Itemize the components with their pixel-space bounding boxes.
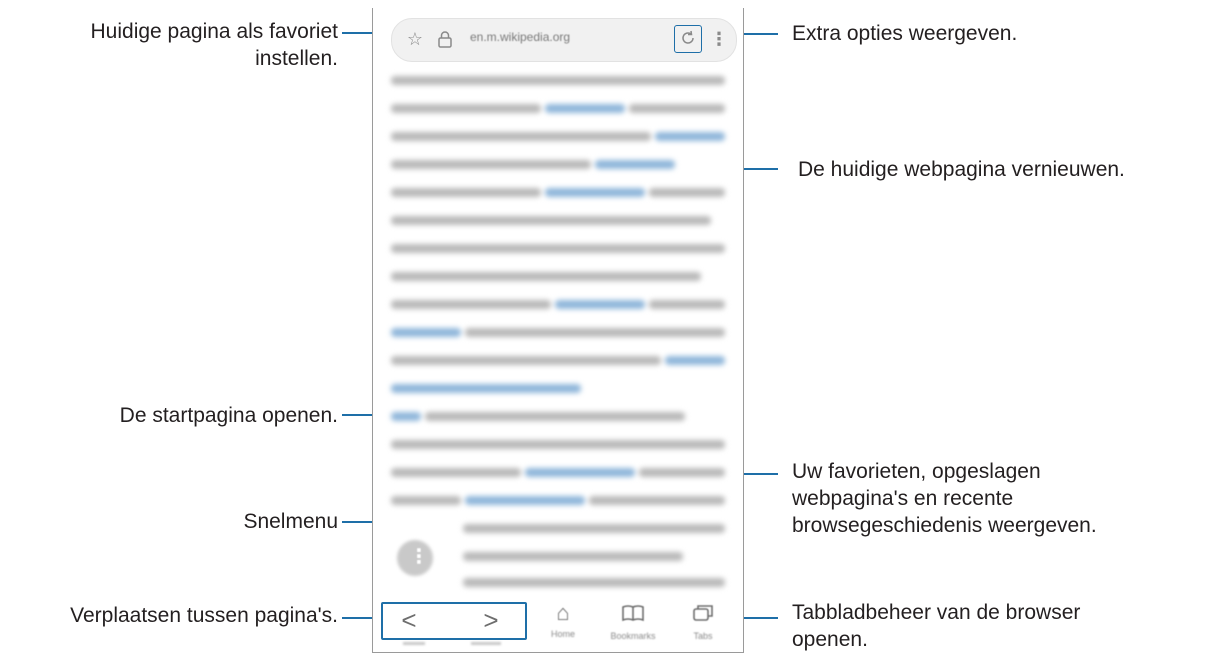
home-button[interactable]: ⌂ Home (533, 598, 593, 652)
back-button[interactable]: < (389, 604, 429, 638)
url-text[interactable]: en.m.wikipedia.org (470, 30, 570, 44)
forward-underline (471, 642, 501, 645)
book-icon (603, 598, 663, 630)
callout-more-options: Extra opties weergeven. (792, 22, 1018, 45)
callout-home: De startpagina openen. (119, 404, 338, 427)
home-icon: ⌂ (556, 600, 570, 625)
home-label: Home (550, 629, 575, 639)
tabs-label: Tabs (693, 631, 713, 641)
page-content-blurred (373, 70, 743, 600)
navigation-arrows-highlight: < > (381, 602, 527, 640)
address-bar[interactable]: ☆ en.m.wikipedia.org ⋮ (391, 18, 737, 62)
callout-bookmarks-line1: Uw favorieten, opgeslagen (792, 460, 1041, 483)
bottom-toolbar: < > ⌂ Home Bookmarks Tabs (373, 598, 743, 652)
quick-menu-dots-icon: ⋮ (409, 546, 429, 568)
lock-icon (434, 28, 456, 50)
callout-tabs: Tabbladbeheer van de browser openen. (792, 599, 1080, 653)
forward-button[interactable]: > (471, 604, 511, 638)
callout-quick-menu: Snelmenu (243, 510, 338, 533)
callout-bookmarks: Uw favorieten, opgeslagen webpagina's en… (792, 458, 1097, 539)
callout-tabs-line1: Tabbladbeheer van de browser (792, 601, 1081, 624)
callout-favorite: Huidige pagina als favoriet instellen. (20, 18, 339, 72)
browser-screen: ☆ en.m.wikipedia.org ⋮ ⋮ < > ⌂ Home Book… (372, 8, 744, 653)
back-underline (403, 642, 425, 645)
tabs-button[interactable]: Tabs (673, 598, 733, 652)
favorite-star-icon[interactable]: ☆ (404, 28, 426, 50)
bookmarks-label: Bookmarks (610, 631, 656, 641)
callout-favorite-line1: Huidige pagina als favoriet (90, 20, 339, 43)
callout-refresh: De huidige webpagina vernieuwen. (798, 158, 1125, 181)
callout-navigate: Verplaatsen tussen pagina's. (70, 604, 338, 627)
tabs-icon (673, 598, 733, 630)
callout-tabs-line2: openen. (792, 628, 868, 651)
bookmarks-button[interactable]: Bookmarks (603, 598, 663, 652)
callout-favorite-line2: instellen. (255, 47, 338, 70)
callout-bookmarks-line2: webpagina's en recente (792, 487, 1014, 510)
callout-bookmarks-line3: browsegeschiedenis weergeven. (792, 514, 1097, 537)
refresh-icon[interactable] (674, 25, 702, 53)
more-options-icon[interactable]: ⋮ (708, 28, 730, 50)
